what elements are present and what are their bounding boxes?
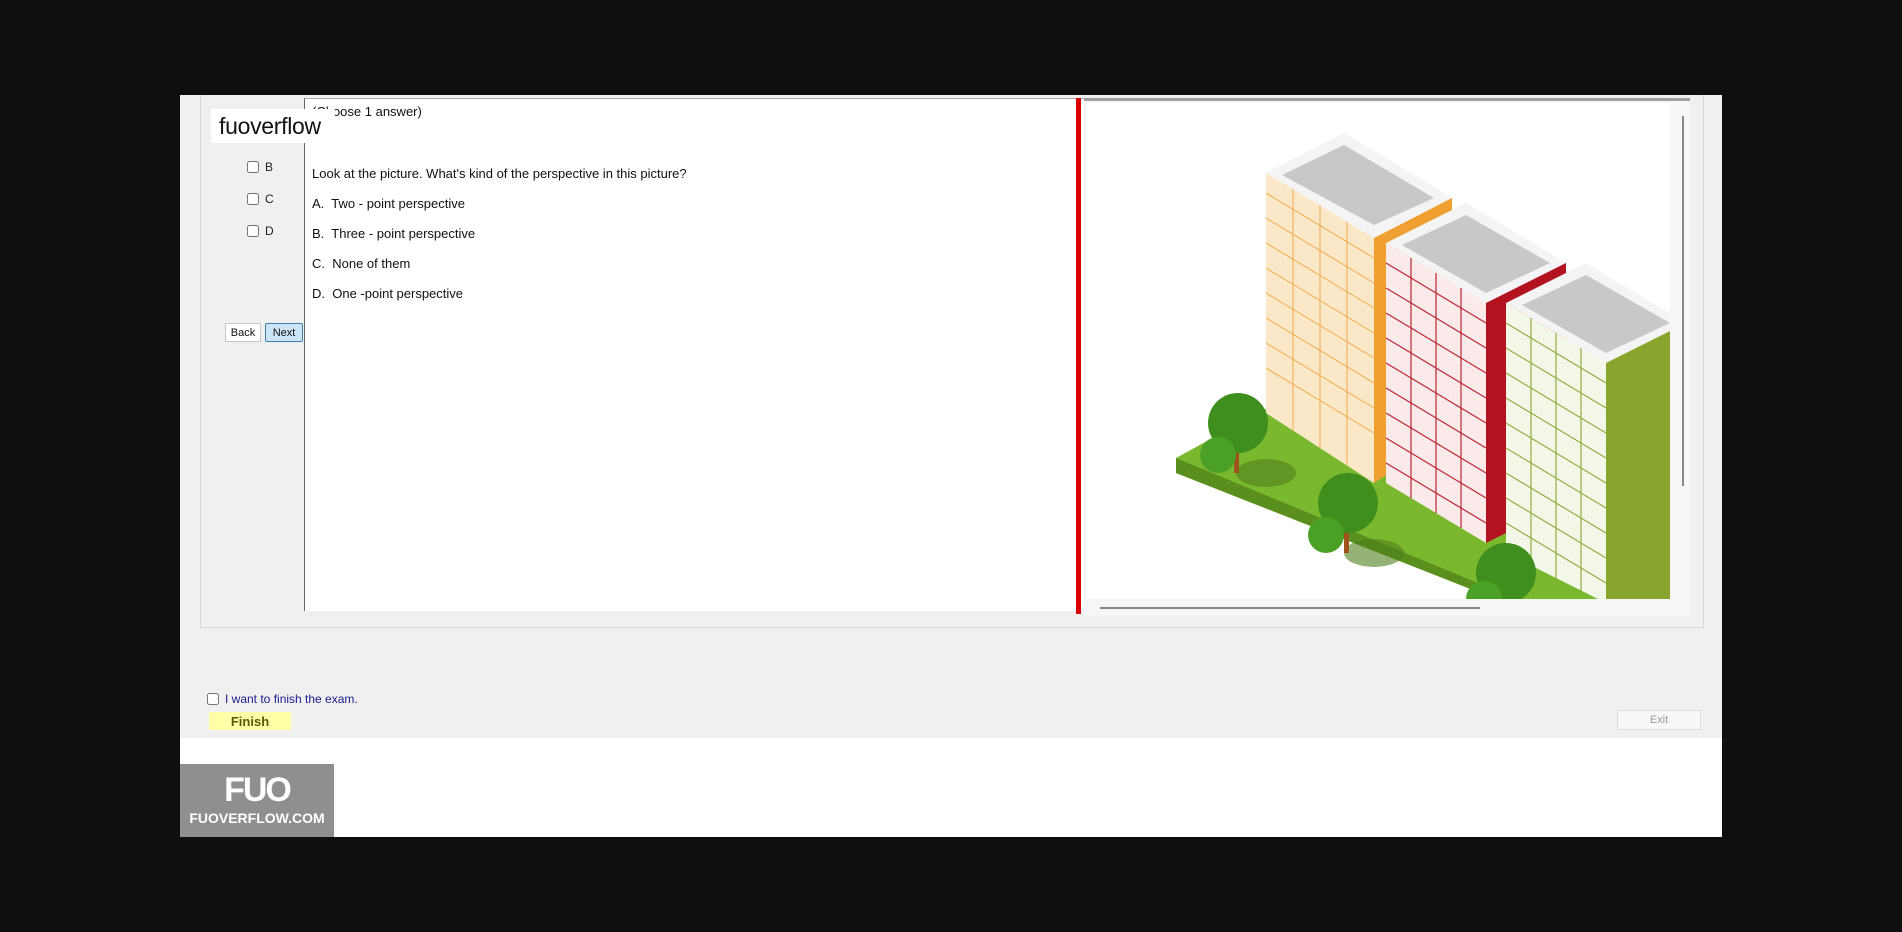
exam-window: A B C D Back Next (Choose 1 answer) Look… — [180, 95, 1722, 837]
question-image — [1086, 103, 1670, 599]
finish-button[interactable]: Finish — [209, 712, 291, 730]
answer-checkbox-b[interactable] — [247, 161, 259, 173]
option-a: A. Two - point perspective — [312, 196, 465, 211]
logo-mark: FUO — [224, 771, 292, 809]
panel-splitter[interactable] — [1076, 98, 1081, 614]
image-vertical-scrollbar[interactable] — [1682, 116, 1684, 486]
image-horizontal-scrollbar[interactable] — [1100, 607, 1480, 609]
answer-choice-d[interactable]: D — [247, 224, 274, 238]
exam-body: A B C D Back Next (Choose 1 answer) Look… — [180, 95, 1722, 738]
back-button[interactable]: Back — [225, 323, 261, 342]
fuoverflow-logo: FUO FUOVERFLOW.COM — [180, 764, 334, 837]
answer-choice-c[interactable]: C — [247, 192, 274, 206]
answer-checkbox-d[interactable] — [247, 225, 259, 237]
finish-exam-checkbox-row[interactable]: I want to finish the exam. — [207, 692, 358, 706]
option-c: C. None of them — [312, 256, 411, 271]
exit-button[interactable]: Exit — [1617, 710, 1701, 730]
answer-choice-b[interactable]: B — [247, 160, 273, 174]
finish-exam-checkbox[interactable] — [207, 693, 219, 705]
finish-exam-label: I want to finish the exam. — [225, 692, 358, 706]
logo-text: FUOVERFLOW.COM — [189, 810, 325, 826]
next-button[interactable]: Next — [265, 323, 303, 342]
option-b: B. Three - point perspective — [312, 226, 476, 241]
question-prompt: Look at the picture. What's kind of the … — [312, 166, 687, 181]
answer-checkbox-c[interactable] — [247, 193, 259, 205]
brand-label: fuoverflow — [211, 109, 335, 143]
option-d: D. One -point perspective — [312, 286, 464, 301]
isometric-buildings-illustration — [1176, 133, 1670, 599]
image-panel — [1084, 98, 1690, 617]
question-panel: (Choose 1 answer) Look at the picture. W… — [304, 98, 1094, 611]
